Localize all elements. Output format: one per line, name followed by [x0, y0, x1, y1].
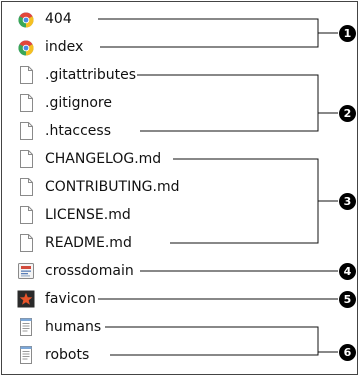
group-badge-3: 3 — [339, 193, 356, 210]
connector-group-3 — [170, 158, 338, 244]
group-connectors — [98, 18, 338, 356]
group-badge-6: 6 — [339, 344, 356, 361]
group-badge-5: 5 — [339, 291, 356, 308]
connector-group-2 — [137, 74, 338, 132]
group-badge-4: 4 — [339, 263, 356, 280]
group-badge-2: 2 — [339, 105, 356, 122]
group-badge-1: 1 — [339, 25, 356, 42]
connector-group-6 — [105, 326, 338, 356]
connector-group-1 — [98, 18, 338, 48]
